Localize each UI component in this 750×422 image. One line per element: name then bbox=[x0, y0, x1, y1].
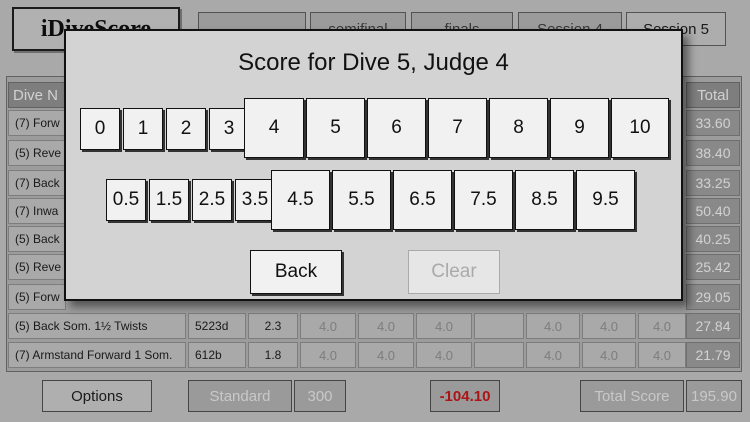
score-key-1-5[interactable]: 1.5 bbox=[149, 179, 189, 221]
score-key-5-5[interactable]: 5.5 bbox=[332, 170, 391, 230]
score-key-0[interactable]: 0 bbox=[80, 108, 120, 150]
score-key-0-5[interactable]: 0.5 bbox=[106, 179, 146, 221]
score-key-5[interactable]: 5 bbox=[306, 98, 365, 158]
dialog-title: Score for Dive 5, Judge 4 bbox=[238, 49, 509, 76]
score-key-9-5[interactable]: 9.5 bbox=[576, 170, 635, 230]
score-key-2[interactable]: 2 bbox=[166, 108, 206, 150]
score-key-3[interactable]: 3 bbox=[209, 108, 249, 150]
clear-button[interactable]: Clear bbox=[408, 250, 500, 294]
score-key-6[interactable]: 6 bbox=[367, 98, 426, 158]
score-key-4-5[interactable]: 4.5 bbox=[271, 170, 330, 230]
score-key-10[interactable]: 10 bbox=[611, 98, 669, 158]
score-key-3-5[interactable]: 3.5 bbox=[235, 179, 275, 221]
score-key-4[interactable]: 4 bbox=[244, 98, 304, 158]
back-button[interactable]: Back bbox=[250, 250, 342, 294]
score-key-9[interactable]: 9 bbox=[550, 98, 609, 158]
score-key-8-5[interactable]: 8.5 bbox=[515, 170, 574, 230]
score-dialog: Score for Dive 5, Judge 4 0 1 2 3 4 5 6 … bbox=[64, 29, 683, 301]
score-key-6-5[interactable]: 6.5 bbox=[393, 170, 452, 230]
score-key-7[interactable]: 7 bbox=[428, 98, 487, 158]
score-key-8[interactable]: 8 bbox=[489, 98, 548, 158]
score-key-2-5[interactable]: 2.5 bbox=[192, 179, 232, 221]
score-key-1[interactable]: 1 bbox=[123, 108, 163, 150]
score-key-7-5[interactable]: 7.5 bbox=[454, 170, 513, 230]
